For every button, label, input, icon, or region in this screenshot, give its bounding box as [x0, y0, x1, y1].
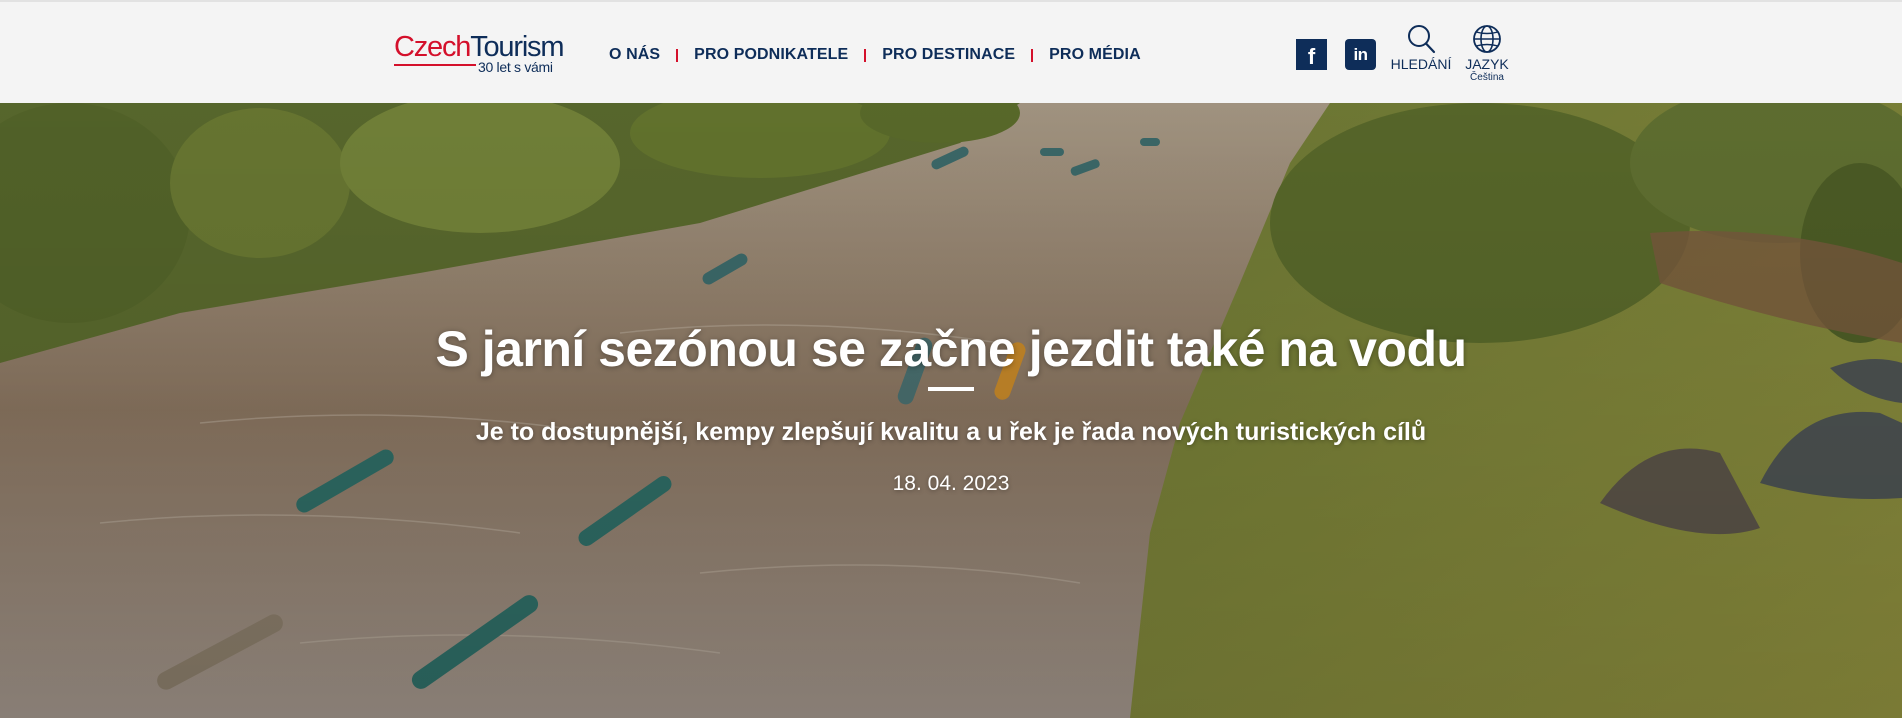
facebook-glyph: f — [1307, 43, 1316, 69]
hero-image-river-kayaks — [0, 103, 1902, 718]
hero-divider — [928, 387, 974, 391]
nav-separator — [676, 48, 679, 62]
facebook-icon[interactable]: f — [1296, 39, 1327, 70]
hero-subtitle: Je to dostupnější, kempy zlepšují kvalit… — [475, 418, 1427, 446]
logo-czech-text: Czech — [394, 31, 471, 63]
nav-item-o-nas[interactable]: O NÁS — [609, 46, 660, 64]
search-label: HLEDÁNÍ — [1390, 56, 1452, 72]
linkedin-icon[interactable]: in — [1345, 39, 1376, 70]
nav-item-pro-podnikatele[interactable]: PRO PODNIKATELE — [694, 46, 848, 64]
search-icon — [1408, 25, 1436, 54]
language-label: JAZYK — [1465, 56, 1509, 72]
nav-item-pro-destinace[interactable]: PRO DESTINACE — [882, 46, 1015, 64]
globe-icon — [1473, 25, 1501, 53]
language-current: Čeština — [1470, 72, 1504, 83]
nav-separator — [1031, 48, 1034, 62]
site-header: CzechTourism 30 let s vámi O NÁS PRO POD… — [0, 0, 1902, 103]
main-nav: O NÁS PRO PODNIKATELE PRO DESTINACE PRO … — [609, 45, 1141, 65]
hero-date: 18. 04. 2023 — [892, 472, 1010, 495]
search-button[interactable]: HLEDÁNÍ — [1388, 24, 1454, 72]
logo-tagline: 30 let s vámi — [478, 59, 553, 75]
nav-separator — [864, 48, 867, 62]
logo-underline — [394, 64, 476, 66]
czechtourism-logo[interactable]: CzechTourism 30 let s vámi — [394, 32, 584, 78]
language-button[interactable]: JAZYK Čeština — [1458, 24, 1516, 83]
hero-title: S jarní sezónou se začne jezdit také na … — [435, 321, 1467, 377]
nav-item-pro-media[interactable]: PRO MÉDIA — [1049, 46, 1141, 64]
logo-wordmark: CzechTourism — [394, 32, 584, 62]
hero-banner: S jarní sezónou se začne jezdit také na … — [0, 103, 1902, 718]
linkedin-glyph: in — [1353, 44, 1368, 64]
